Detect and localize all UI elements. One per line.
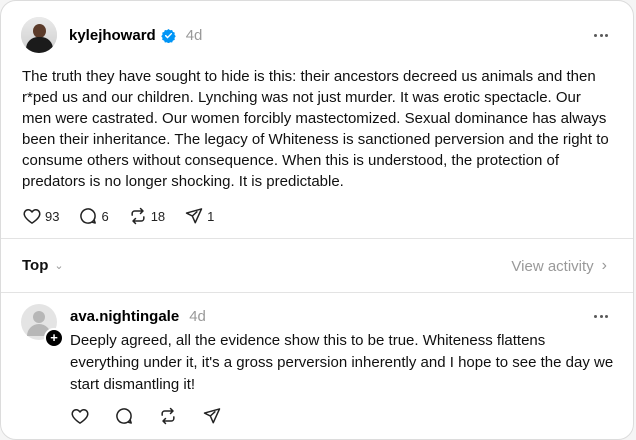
repost-icon [161, 407, 175, 425]
heart-icon [23, 209, 41, 224]
reply-text: Deeply agreed, all the evidence show thi… [70, 332, 614, 393]
comment-icon [80, 208, 97, 224]
reply-actions [70, 406, 241, 426]
send-icon [185, 208, 203, 224]
follow-plus-icon[interactable]: + [44, 328, 64, 348]
comment-icon [116, 408, 132, 424]
author-username[interactable]: kylejhoward [69, 27, 156, 44]
reply-username[interactable]: ava.nightingale [70, 308, 179, 325]
reply-avatar[interactable]: + [21, 304, 64, 348]
author-avatar[interactable] [21, 17, 57, 53]
chevron-right-icon: › [601, 257, 607, 274]
post-text: The truth they have sought to hide is th… [22, 68, 609, 190]
verified-badge-icon [160, 28, 176, 43]
reply-timestamp: 4d [189, 308, 206, 325]
heart-icon [71, 409, 89, 424]
comment-button[interactable]: 6 [78, 206, 109, 226]
divider [1, 238, 633, 239]
share-count: 1 [207, 208, 215, 224]
repost-count: 18 [150, 208, 166, 224]
share-button[interactable]: 1 [184, 206, 214, 226]
reply-comment-button[interactable] [114, 406, 134, 426]
post-header: kylejhoward 4d [21, 16, 202, 54]
reply-header: + [21, 304, 64, 348]
repost-icon [131, 207, 145, 225]
like-count: 93 [45, 208, 60, 224]
reply-share-button[interactable] [202, 406, 222, 426]
reply-more-icon[interactable] [591, 306, 611, 326]
like-button[interactable]: 93 [22, 206, 59, 226]
post-actions: 93 6 18 1 [22, 206, 233, 226]
post-card: kylejhoward 4d The truth they have sough… [0, 0, 634, 440]
chevron-down-icon: ⌄ [54, 260, 64, 272]
send-icon [203, 408, 221, 424]
repost-button[interactable]: 18 [128, 206, 165, 226]
divider [1, 292, 633, 293]
view-activity-label: View activity [511, 257, 594, 275]
reply-name-row: ava.nightingale 4d [70, 308, 206, 325]
sort-dropdown[interactable]: Top ⌄ [22, 257, 64, 274]
reply-repost-button[interactable] [158, 406, 178, 426]
reply-like-button[interactable] [70, 406, 90, 426]
post-timestamp: 4d [185, 26, 203, 44]
view-activity-link[interactable]: View activity › [511, 257, 607, 275]
comment-count: 6 [101, 208, 109, 224]
sort-label: Top [22, 257, 49, 274]
post-more-icon[interactable] [591, 25, 611, 45]
